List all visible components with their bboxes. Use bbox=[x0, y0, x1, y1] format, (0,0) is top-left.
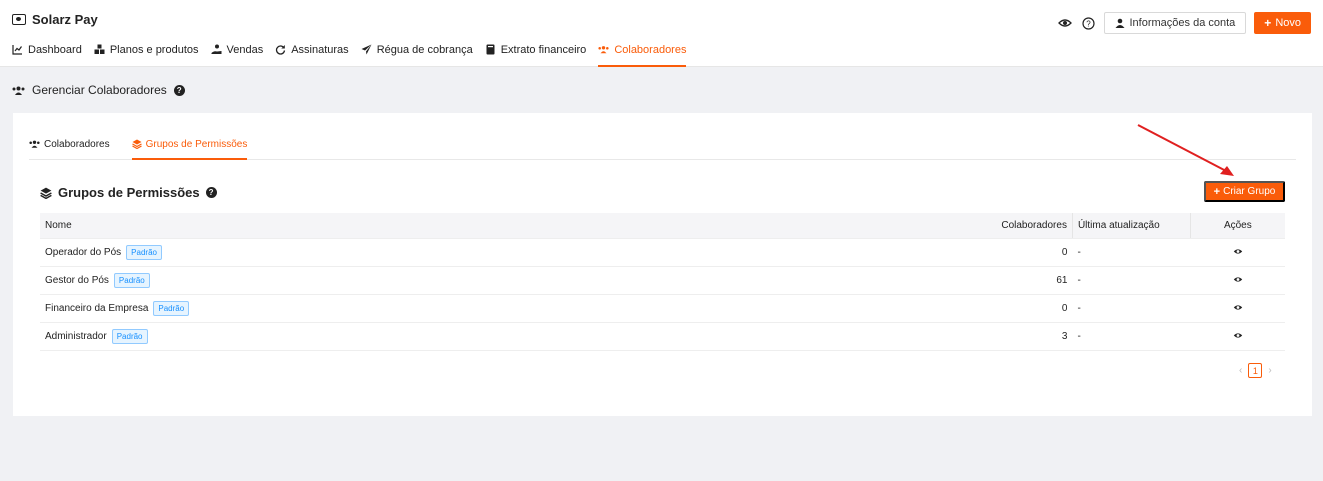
collaborators-count: 0 bbox=[996, 294, 1073, 323]
actions-cell bbox=[1190, 266, 1285, 295]
top-actions: ? Informações da conta + Novo bbox=[1058, 12, 1311, 34]
view-eye-icon[interactable] bbox=[1233, 332, 1243, 339]
default-badge: Padrão bbox=[126, 244, 162, 260]
view-eye-icon[interactable] bbox=[1233, 304, 1243, 311]
section-title: Grupos de Permissões bbox=[58, 185, 200, 200]
pagination: ‹ 1 › bbox=[1239, 363, 1272, 378]
nav-item-colaboradores[interactable]: Colaboradores bbox=[598, 40, 687, 67]
last-updated: - bbox=[1072, 294, 1191, 323]
app-title: Solarz Pay bbox=[32, 12, 98, 27]
new-button-label: Novo bbox=[1275, 17, 1301, 29]
question-icon[interactable]: ? bbox=[173, 84, 185, 96]
money-logo-icon bbox=[12, 14, 26, 25]
prev-page-icon[interactable]: ‹ bbox=[1239, 365, 1242, 376]
main-nav: Dashboard Planos e produtos Vendas Assinatu… bbox=[12, 40, 687, 67]
column-header-colaboradores[interactable]: Colaboradores bbox=[996, 213, 1073, 239]
nav-item-regua-de-cobranca[interactable]: Régua de cobrança bbox=[361, 40, 473, 67]
view-eye-icon[interactable] bbox=[1233, 248, 1243, 255]
table-row: Administrador Padrão 3- bbox=[40, 322, 1285, 351]
group-name: Financeiro da Empresa bbox=[45, 302, 149, 314]
nav-item-label: Régua de cobrança bbox=[376, 43, 473, 56]
nav-item-assinaturas[interactable]: Assinaturas bbox=[275, 40, 349, 67]
users-icon bbox=[12, 86, 25, 95]
nav-item-dashboard[interactable]: Dashboard bbox=[12, 40, 82, 67]
last-updated: - bbox=[1072, 322, 1191, 351]
plus-icon: + bbox=[1264, 16, 1272, 30]
nav-item-vendas[interactable]: Vendas bbox=[211, 40, 264, 67]
hand-coin-icon bbox=[211, 44, 222, 55]
top-bar: Solarz Pay ? Informações da conta + Novo… bbox=[0, 0, 1323, 67]
group-name-cell: Administrador Padrão bbox=[40, 322, 997, 351]
nav-item-extrato-financeiro[interactable]: Extrato financeiro bbox=[485, 40, 587, 67]
column-header-nome[interactable]: Nome bbox=[40, 213, 997, 239]
default-badge: Padrão bbox=[111, 328, 148, 344]
default-badge: Padrão bbox=[153, 300, 190, 316]
annotation-arrow-icon bbox=[1137, 124, 1234, 176]
next-page-icon[interactable]: › bbox=[1268, 365, 1271, 376]
group-name-cell: Gestor do Pós Padrão bbox=[40, 266, 997, 295]
default-badge: Padrão bbox=[113, 272, 150, 288]
table-row: Financeiro da Empresa Padrão 0- bbox=[40, 294, 1285, 323]
paper-plane-icon bbox=[361, 44, 372, 55]
question-icon[interactable]: ? bbox=[205, 187, 217, 198]
table-row: Gestor do Pós Padrão 61- bbox=[40, 266, 1285, 295]
help-circle-icon[interactable]: ? bbox=[1081, 16, 1096, 31]
collaborators-count: 61 bbox=[996, 266, 1073, 295]
account-info-button[interactable]: Informações da conta bbox=[1103, 12, 1247, 34]
group-name: Operador do Pós bbox=[45, 246, 122, 258]
svg-text:?: ? bbox=[1086, 19, 1091, 28]
tab-grupos-permissoes[interactable]: Grupos de Permissões bbox=[131, 133, 248, 160]
column-header-acoes: Ações bbox=[1189, 213, 1285, 239]
create-group-label: Criar Grupo bbox=[1223, 186, 1276, 197]
table-header-row: Nome Colaboradores Última atualização Aç… bbox=[40, 213, 1285, 239]
collaborators-count: 0 bbox=[996, 238, 1073, 267]
eye-icon[interactable] bbox=[1058, 16, 1073, 31]
actions-cell bbox=[1190, 294, 1285, 323]
last-updated: - bbox=[1072, 266, 1191, 295]
nav-item-label: Extrato financeiro bbox=[500, 43, 587, 56]
users-icon bbox=[598, 44, 609, 55]
plus-icon: + bbox=[1213, 185, 1221, 198]
book-icon bbox=[485, 44, 496, 55]
nav-item-label: Dashboard bbox=[28, 43, 82, 56]
nav-item-label: Planos e produtos bbox=[109, 43, 199, 56]
actions-cell bbox=[1190, 322, 1285, 351]
users-icon bbox=[29, 140, 40, 148]
boxes-icon bbox=[94, 44, 105, 55]
brand[interactable]: Solarz Pay bbox=[12, 12, 98, 27]
tab-label: Colaboradores bbox=[44, 138, 110, 150]
table-row: Operador do Pós Padrão 0- bbox=[40, 238, 1285, 267]
layers-icon bbox=[131, 139, 142, 149]
group-name: Gestor do Pós bbox=[45, 274, 109, 286]
nav-item-label: Vendas bbox=[226, 43, 264, 56]
account-info-label: Informações da conta bbox=[1129, 17, 1236, 29]
group-name: Administrador bbox=[45, 330, 107, 342]
view-eye-icon[interactable] bbox=[1233, 276, 1243, 283]
page-heading: Gerenciar Colaboradores ? bbox=[12, 83, 185, 97]
page-title: Gerenciar Colaboradores bbox=[32, 83, 167, 97]
user-icon bbox=[1115, 18, 1124, 28]
chart-line-icon bbox=[12, 44, 23, 55]
tab-colaboradores[interactable]: Colaboradores bbox=[29, 133, 110, 160]
last-updated: - bbox=[1072, 238, 1191, 267]
group-name-cell: Financeiro da Empresa Padrão bbox=[40, 294, 997, 323]
group-name-cell: Operador do Pós Padrão bbox=[40, 238, 997, 267]
nav-item-label: Assinaturas bbox=[291, 43, 349, 56]
nav-item-label: Colaboradores bbox=[614, 43, 687, 56]
column-header-ultima-atualizacao[interactable]: Última atualização bbox=[1071, 213, 1191, 239]
refresh-icon bbox=[275, 44, 286, 55]
new-button[interactable]: + Novo bbox=[1254, 12, 1311, 34]
section-heading: Grupos de Permissões ? bbox=[40, 185, 217, 200]
page-number[interactable]: 1 bbox=[1248, 363, 1263, 378]
actions-cell bbox=[1190, 238, 1285, 267]
nav-item-planos-e-produtos[interactable]: Planos e produtos bbox=[94, 40, 199, 67]
tab-label: Grupos de Permissões bbox=[145, 138, 248, 150]
layers-icon bbox=[40, 187, 52, 199]
collaborators-count: 3 bbox=[996, 322, 1073, 351]
groups-table: Nome Colaboradores Última atualização Aç… bbox=[40, 213, 1285, 351]
